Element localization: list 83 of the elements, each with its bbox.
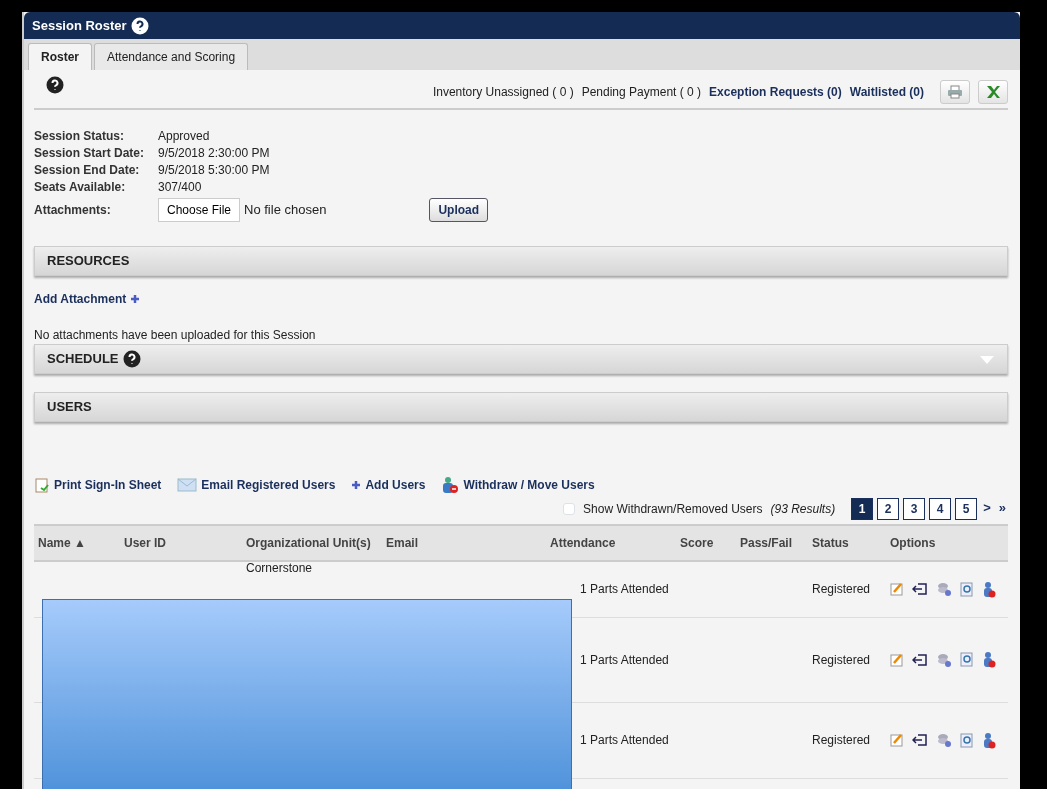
upload-button[interactable]: Upload [429, 198, 489, 222]
action-link[interactable]: Print Sign-In Sheet [54, 476, 162, 494]
empty-message: No attachments have been uploaded for this Session [34, 327, 317, 344]
printer-icon [947, 85, 963, 99]
checkbox-label[interactable]: Show Withdrawn/Removed Users [583, 500, 763, 518]
column-header: Pass/Fail [736, 525, 808, 561]
tab[interactable]: Attendance and Scoring [94, 43, 249, 70]
field-label: Attachments: [34, 202, 112, 219]
column-header: Status [808, 525, 886, 561]
field-label: Session End Date: [34, 162, 158, 179]
field-value: 307/400 [158, 179, 203, 196]
page-button[interactable]: 3 [903, 498, 926, 520]
field-label: Session Start Date: [34, 145, 158, 162]
document-icon[interactable] [34, 477, 50, 493]
column-header: Score [676, 525, 736, 561]
action-link[interactable]: Add Users [365, 476, 426, 494]
print-button[interactable] [940, 80, 970, 104]
document-search-icon[interactable] [960, 581, 974, 597]
edit-icon[interactable] [890, 652, 904, 667]
help-icon[interactable] [122, 350, 141, 368]
count-text: Inventory Unassigned ( 0 ) [432, 84, 574, 101]
page-button[interactable]: 2 [877, 498, 900, 520]
add-attachment-link[interactable]: Add Attachment [34, 290, 127, 308]
field-value: Approved [158, 128, 211, 145]
column-header: Email [382, 525, 546, 561]
show-withdrawn-checkbox[interactable] [563, 503, 576, 515]
section-header[interactable]: RESOURCES [34, 246, 1008, 276]
action-link[interactable]: Email Registered Users [201, 476, 336, 494]
results-count: (93 Results) [770, 501, 836, 518]
column-header: Organizational Unit(s) [242, 525, 382, 561]
user-remove-icon[interactable] [982, 651, 996, 668]
table-cell: 1 Parts Attended [580, 652, 669, 667]
column-header: User ID [120, 525, 242, 561]
login-arrow-icon[interactable] [912, 733, 928, 747]
coins-icon[interactable] [936, 732, 952, 748]
plus-icon[interactable] [130, 294, 141, 304]
coins-icon[interactable] [936, 651, 952, 668]
section-title: USERS [47, 398, 92, 417]
users-remove-icon[interactable] [441, 476, 460, 494]
field-value: 9/5/2018 5:30:00 PM [158, 162, 271, 179]
count-link[interactable]: Waitlisted (0) [849, 83, 924, 101]
panel-title: Session Roster [32, 16, 127, 35]
user-remove-icon[interactable] [982, 731, 996, 749]
section-title: RESOURCES [47, 252, 130, 271]
column-header[interactable]: Name ▲ [34, 525, 120, 561]
page-button[interactable]: 4 [929, 498, 952, 520]
page-button[interactable]: 1 [851, 498, 874, 520]
tab[interactable]: Roster [28, 43, 92, 70]
spreadsheet-x-icon [985, 85, 1001, 99]
excel-export-button[interactable] [978, 80, 1008, 104]
column-header: Attendance [546, 525, 676, 561]
document-search-icon[interactable] [960, 652, 974, 667]
field-label: Session Status: [34, 128, 158, 145]
pager-arrow[interactable]: > [981, 498, 993, 520]
choose-file-button[interactable]: Choose File [158, 198, 241, 222]
user-remove-icon[interactable] [982, 580, 996, 598]
section-header[interactable]: USERS [34, 392, 1008, 422]
edit-icon[interactable] [890, 582, 904, 597]
section-title: SCHEDULE [47, 350, 119, 369]
document-search-icon[interactable] [960, 732, 974, 748]
login-arrow-icon[interactable] [912, 652, 928, 667]
field-value: 9/5/2018 2:30:00 PM [158, 145, 271, 162]
help-icon[interactable] [130, 16, 149, 35]
count-text: Pending Payment ( 0 ) [581, 84, 702, 101]
table-cell: 1 Parts Attended [580, 733, 669, 747]
table-cell: Registered [812, 652, 871, 667]
table-cell: Registered [812, 733, 871, 747]
page-button[interactable]: 5 [955, 498, 978, 520]
help-icon[interactable] [46, 76, 64, 94]
count-link[interactable]: Exception Requests (0) [709, 83, 842, 101]
section-header[interactable]: SCHEDULE [34, 344, 1008, 374]
table-cell-text: Cornerstone [246, 560, 314, 578]
coins-icon[interactable] [936, 581, 952, 598]
column-header: Options [886, 525, 1008, 561]
action-link[interactable]: Withdraw / Move Users [463, 476, 595, 494]
table-cell: Registered [812, 582, 871, 597]
file-status: No file chosen [244, 201, 327, 220]
edit-icon[interactable] [890, 733, 904, 747]
plus-icon[interactable] [351, 480, 362, 490]
field-label: Seats Available: [34, 179, 158, 196]
pager-arrow[interactable]: » [996, 498, 1008, 520]
table-cell: 1 Parts Attended [580, 582, 669, 597]
login-arrow-icon[interactable] [912, 582, 928, 597]
